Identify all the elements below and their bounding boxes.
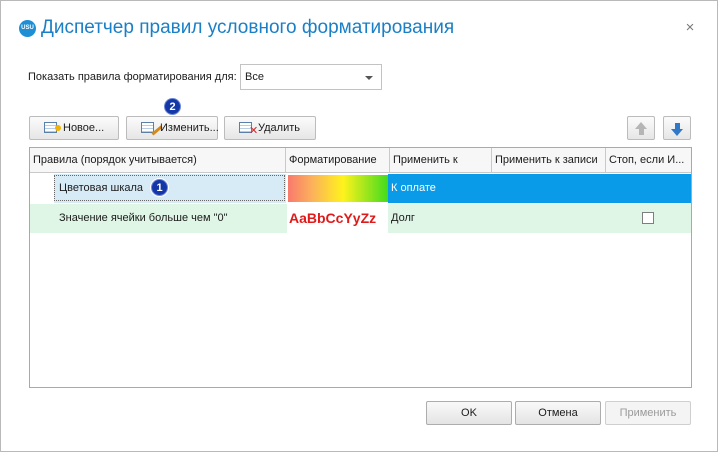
delete-rule-button[interactable]: ✕ Удалить: [224, 116, 316, 140]
rule-name: Значение ячейки больше чем "0": [59, 212, 228, 224]
row-indent: [30, 174, 54, 203]
show-rules-select[interactable]: Все: [240, 64, 382, 90]
delete-rule-label: Удалить: [258, 122, 300, 134]
star-icon: [55, 125, 61, 131]
show-rules-label: Показать правила форматирования для:: [28, 71, 237, 83]
cancel-button[interactable]: Отмена: [515, 401, 601, 425]
arrow-up-stem: [639, 129, 644, 135]
move-down-button[interactable]: [663, 116, 691, 140]
column-header-apply-to[interactable]: Применить к: [390, 148, 492, 172]
format-preview-cell: AaBbCcYyZz: [287, 204, 388, 233]
conditional-formatting-dialog: USU Диспетчер правил условного форматиро…: [0, 0, 718, 452]
red-x-icon: ✕: [249, 125, 259, 137]
title-bar: USU Диспетчер правил условного форматиро…: [1, 1, 717, 59]
new-rule-button[interactable]: Новое...: [29, 116, 119, 140]
stop-if-true-checkbox[interactable]: [642, 212, 654, 224]
arrow-up-icon: [635, 122, 647, 129]
arrow-down-icon: [671, 129, 683, 136]
window-title: Диспетчер правил условного форматировани…: [41, 17, 455, 38]
app-logo-icon: USU: [19, 20, 36, 37]
edit-rule-icon: [141, 122, 163, 136]
grid-header: Правила (порядок учитывается) Форматиров…: [30, 148, 691, 173]
edit-rule-label: Изменить...: [160, 122, 219, 134]
focus-rectangle: [54, 175, 285, 201]
chevron-down-icon: [365, 76, 373, 80]
annotation-badge-2: 2: [164, 98, 181, 115]
show-rules-value: Все: [245, 71, 264, 83]
column-header-apply-to-record[interactable]: Применить к записи: [492, 148, 606, 172]
new-rule-icon: [44, 122, 61, 133]
close-icon[interactable]: ×: [683, 20, 697, 35]
format-preview-cell: [287, 174, 388, 203]
color-scale-swatch: [288, 175, 388, 202]
apply-to-cell[interactable]: Долг: [391, 204, 415, 233]
column-header-rules[interactable]: Правила (порядок учитывается): [30, 148, 286, 172]
apply-to-cell[interactable]: К оплате: [391, 174, 436, 203]
annotation-badge-1: 1: [151, 179, 168, 196]
new-rule-label: Новое...: [63, 122, 105, 134]
edit-rule-button[interactable]: Изменить...: [126, 116, 219, 140]
table-row[interactable]: Значение ячейки больше чем "0" AaBbCcYyZ…: [30, 204, 691, 233]
apply-button[interactable]: Применить: [605, 401, 691, 425]
move-up-button[interactable]: [627, 116, 655, 140]
delete-rule-icon: ✕: [239, 122, 258, 137]
ok-button[interactable]: OK: [426, 401, 512, 425]
rules-grid: Правила (порядок учитывается) Форматиров…: [29, 147, 692, 388]
column-header-format[interactable]: Форматирование: [286, 148, 390, 172]
column-header-stop-if[interactable]: Стоп, если И...: [606, 148, 691, 172]
format-sample-text: AaBbCcYyZz: [289, 210, 377, 226]
table-row[interactable]: Цветовая шкала К оплате: [30, 174, 691, 203]
